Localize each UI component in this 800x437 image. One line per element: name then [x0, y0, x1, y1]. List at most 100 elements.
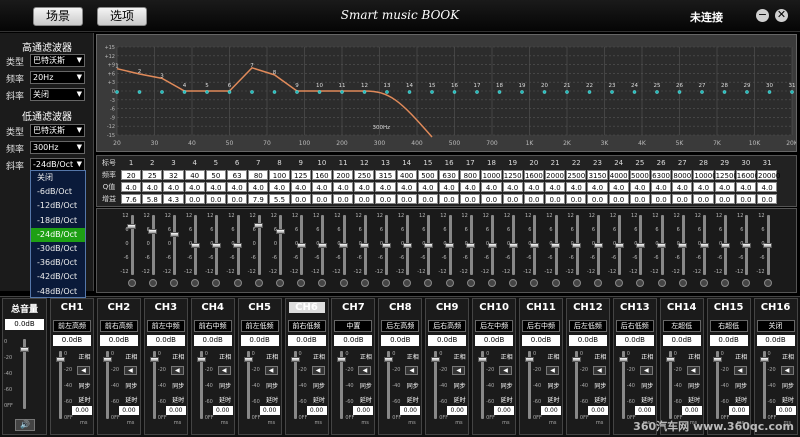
channel-level-value[interactable]: 0.0dB	[287, 335, 326, 346]
channel-name[interactable]: 前左低频	[240, 320, 279, 332]
channel-level-value[interactable]: 0.0dB	[334, 335, 373, 346]
slope-option[interactable]: -48dB/Oct	[31, 285, 85, 299]
slope-option[interactable]: -12dB/Oct	[31, 199, 85, 213]
table-cell[interactable]: 315	[375, 170, 396, 180]
eq-reset-knob[interactable]	[636, 279, 645, 287]
table-cell[interactable]: 0.0	[333, 194, 354, 204]
table-cell[interactable]: 4.0	[269, 182, 290, 192]
sync-label[interactable]: 同步	[357, 381, 374, 390]
table-cell[interactable]: 4.0	[227, 182, 248, 192]
mute-speaker-icon[interactable]: ◀	[639, 366, 653, 375]
table-cell[interactable]: 250	[354, 170, 375, 180]
mute-speaker-icon[interactable]: ◀	[217, 366, 231, 375]
table-cell[interactable]: 16000	[735, 170, 759, 180]
mute-speaker-icon[interactable]: ◀	[733, 366, 747, 375]
table-cell[interactable]: 4.0	[354, 182, 375, 192]
mute-speaker-icon[interactable]: ◀	[546, 366, 559, 375]
channel-level-value[interactable]: 0.0dB	[756, 335, 795, 346]
sync-label[interactable]: 同步	[123, 381, 140, 390]
table-cell[interactable]: 0.0	[545, 194, 566, 204]
band-point[interactable]	[362, 90, 367, 94]
table-cell[interactable]: 4.0	[311, 182, 332, 192]
table-cell[interactable]: 400	[396, 170, 417, 180]
table-cell[interactable]: 4.0	[481, 182, 502, 192]
sync-label[interactable]: 同步	[76, 381, 93, 390]
mute-speaker-icon[interactable]: ◀	[170, 366, 184, 375]
band-point[interactable]	[115, 90, 119, 94]
eq-reset-knob[interactable]	[509, 279, 518, 287]
channel-level-value[interactable]: 0.0dB	[615, 335, 654, 346]
table-cell[interactable]: 4.0	[757, 182, 778, 192]
table-cell[interactable]: 1250	[502, 170, 523, 180]
mute-speaker-icon[interactable]: ◀	[592, 366, 606, 375]
channel-select-button[interactable]: CH5	[239, 302, 281, 313]
band-point[interactable]	[542, 90, 547, 94]
table-cell[interactable]: 4.0	[396, 182, 417, 192]
eq-reset-knob[interactable]	[721, 279, 730, 287]
delay-value[interactable]: 0.00	[587, 406, 608, 415]
table-cell[interactable]: 5000	[629, 170, 650, 180]
channel-fader-thumb[interactable]	[102, 357, 112, 362]
table-cell[interactable]: 0.0	[227, 194, 248, 204]
channel-name[interactable]: 后右低频	[615, 320, 654, 332]
band-point[interactable]	[182, 90, 187, 94]
band-point[interactable]	[587, 90, 592, 94]
hp-freq-select[interactable]: 20Hz ▼	[30, 71, 85, 84]
band-point[interactable]	[722, 90, 727, 94]
table-cell[interactable]: 0.0	[375, 194, 396, 204]
eq-reset-knob[interactable]	[339, 279, 348, 287]
band-point[interactable]	[475, 90, 479, 94]
channel-select-button[interactable]: CH14	[661, 302, 703, 313]
table-cell[interactable]: 4.0	[629, 182, 650, 192]
sync-label[interactable]: 同步	[311, 381, 328, 390]
eq-reset-knob[interactable]	[382, 279, 390, 287]
channel-level-value[interactable]: 0.0dB	[193, 335, 232, 346]
mute-speaker-icon[interactable]: ◀	[405, 366, 419, 375]
band-point[interactable]	[340, 90, 344, 94]
channel-select-button[interactable]: CH6	[288, 302, 325, 313]
table-cell[interactable]: 2000	[545, 170, 566, 180]
channel-name[interactable]: 右超低	[709, 320, 748, 332]
table-cell[interactable]: 0.0	[502, 194, 523, 204]
channel-fader-thumb[interactable]	[759, 357, 769, 362]
slope-option[interactable]: 关闭	[31, 171, 85, 185]
table-cell[interactable]: 10000	[693, 170, 717, 180]
eq-reset-knob[interactable]	[212, 279, 221, 287]
table-cell[interactable]: 4.0	[735, 182, 756, 192]
table-cell[interactable]: 200	[333, 170, 354, 180]
table-cell[interactable]: 4000	[608, 170, 629, 180]
mute-speaker-icon[interactable]: ◀	[358, 366, 372, 375]
eq-reset-knob[interactable]	[551, 279, 560, 287]
sync-label[interactable]: 同步	[170, 381, 187, 390]
table-cell[interactable]: 4.0	[460, 182, 481, 192]
hp-slope-select[interactable]: 关闭 ▼	[30, 88, 85, 101]
band-point[interactable]	[272, 90, 277, 94]
sync-label[interactable]: 同步	[217, 381, 234, 390]
eq-reset-knob[interactable]	[466, 279, 475, 287]
master-fader-thumb[interactable]	[20, 347, 29, 352]
table-cell[interactable]: 0.0	[693, 194, 714, 204]
table-cell[interactable]: 0.0	[417, 194, 438, 204]
table-cell[interactable]: 3150	[587, 170, 608, 180]
table-cell[interactable]: 160	[311, 170, 332, 180]
channel-fader-thumb[interactable]	[431, 357, 441, 362]
channel-fader-thumb[interactable]	[478, 357, 488, 362]
table-cell[interactable]: 63	[227, 170, 248, 180]
channel-select-button[interactable]: CH7	[332, 302, 374, 313]
sync-label[interactable]: 同步	[780, 381, 797, 390]
sync-label[interactable]: 同步	[545, 381, 562, 390]
table-cell[interactable]: 4.3	[163, 194, 184, 204]
band-point[interactable]	[385, 90, 389, 94]
channel-select-button[interactable]: CH9	[426, 302, 468, 313]
eq-reset-knob[interactable]	[297, 279, 306, 287]
delay-value[interactable]: 0.00	[118, 406, 139, 415]
sync-label[interactable]: 同步	[451, 381, 468, 390]
channel-fader-thumb[interactable]	[290, 357, 300, 362]
eq-reset-knob[interactable]	[148, 279, 157, 287]
channel-select-button[interactable]: CH10	[473, 302, 515, 313]
channel-fader-thumb[interactable]	[149, 357, 159, 362]
table-cell[interactable]: 0.0	[205, 194, 226, 204]
channel-select-button[interactable]: CH16	[755, 302, 797, 313]
eq-reset-knob[interactable]	[678, 279, 687, 287]
delay-value[interactable]: 0.00	[400, 406, 421, 415]
